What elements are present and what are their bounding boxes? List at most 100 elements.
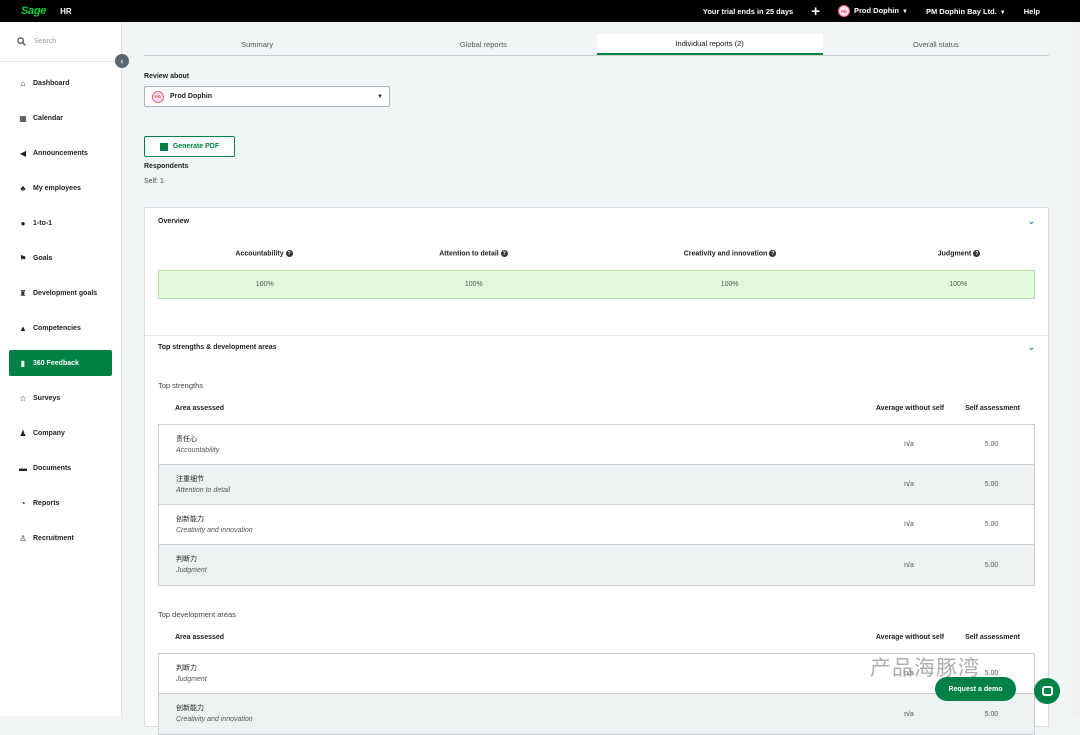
overview-column-header: Judgment? <box>883 250 1035 257</box>
table-row: 判断力 Judgment n/a 5.00 <box>159 545 1034 585</box>
tab-individual-reports-2[interactable]: Individual reports (2) <box>596 34 823 55</box>
sidebar-item-label: My employees <box>33 184 81 192</box>
tab-summary[interactable]: Summary <box>144 34 370 55</box>
top-strengths-title: Top strengths <box>158 381 204 390</box>
area-name-cn: 判断力 <box>176 664 197 672</box>
chevron-down-icon: ▼ <box>901 8 908 15</box>
trial-notice: Your trial ends in 25 days <box>702 6 794 16</box>
search-bar[interactable]: Search <box>0 22 121 62</box>
sidebar-item-label: Documents <box>33 464 72 472</box>
overview-column-header: Attention to detail? <box>370 250 577 257</box>
user-avatar: PD <box>837 5 850 17</box>
development-table-header: Area assessed Average without self Self … <box>158 634 1035 641</box>
overview-value: 100% <box>949 281 968 288</box>
chevron-down-icon: ▼ <box>999 9 1006 16</box>
column-name: Judgment <box>937 250 972 258</box>
user-menu[interactable]: PD Prod Dophin ▼ <box>837 5 908 17</box>
users-icon: ♟ <box>19 428 27 438</box>
sidebar-item-dashboard[interactable]: ⌂ Dashboard <box>9 70 112 96</box>
request-demo-button[interactable]: Request a demo <box>935 677 1016 701</box>
area-cell: 判断力 Judgment <box>159 554 869 576</box>
collapse-sidebar-button[interactable]: ‹ <box>115 54 129 68</box>
generate-pdf-button[interactable]: Generate PDF <box>144 136 235 157</box>
sage-logo[interactable]: Sage <box>21 5 46 17</box>
sidebar-item-documents[interactable]: ▬ Documents <box>9 455 112 481</box>
respondents-value: Self: 1 <box>144 178 164 185</box>
table-row: 注重细节 Attention to detail n/a 5.00 <box>159 465 1034 505</box>
sidebar-item-label: Calendar <box>33 114 63 122</box>
area-cell: 责任心 Accountability <box>159 434 869 456</box>
company-name: PM Dophin Bay Ltd. <box>925 6 997 16</box>
overview-value: 100% <box>720 281 739 288</box>
chevron-down-icon[interactable]: ⌄ <box>1027 216 1035 227</box>
add-icon[interactable]: + <box>811 4 820 19</box>
help-icon[interactable]: ? <box>769 250 777 257</box>
area-header: Area assessed <box>175 405 225 412</box>
sidebar-item-calendar[interactable]: ▦ Calendar <box>9 105 112 131</box>
home-icon: ⌂ <box>20 78 26 88</box>
sidebar-item-development-goals[interactable]: ♜ Development goals <box>9 280 112 306</box>
star-icon: ☆ <box>19 393 27 403</box>
sidebar-item-label: Surveys <box>33 394 61 402</box>
help-link[interactable]: Help <box>1024 7 1040 16</box>
overview-value: 100% <box>255 281 274 288</box>
review-about-select[interactable]: PD Prod Dophin ▼ <box>144 86 390 107</box>
self-cell: 5.00 <box>984 521 999 528</box>
tab-overall-status[interactable]: Overall status <box>823 34 1049 55</box>
product-name: HR <box>60 6 72 16</box>
help-icon[interactable]: ? <box>285 250 293 257</box>
self-header: Self assessment <box>965 405 1020 412</box>
sidebar-item-label: Development goals <box>33 289 98 297</box>
column-name: Accountability <box>235 250 284 258</box>
sidebar-item-goals[interactable]: ⚑ Goals <box>9 245 112 271</box>
pdf-icon <box>159 142 168 151</box>
area-name-cn: 责任心 <box>176 435 197 443</box>
sidebar-item-company[interactable]: ♟ Company <box>9 420 112 446</box>
self-cell: 5.00 <box>984 561 999 569</box>
sidebar-item-label: Reports <box>33 499 60 507</box>
avg-cell: n/a <box>904 710 914 718</box>
self-cell: 5.00 <box>984 441 999 448</box>
report-card: Overview ⌄ Accountability? Attention to d… <box>144 207 1049 735</box>
chevron-down-icon[interactable]: ⌄ <box>1027 342 1035 353</box>
strengths-section-title: Top strengths & development areas <box>158 344 277 351</box>
company-menu[interactable]: PM Dophin Bay Ltd. ▼ <box>926 7 1006 16</box>
sidebar-item-surveys[interactable]: ☆ Surveys <box>9 385 112 411</box>
sidebar-item-label: Recruitment <box>33 534 74 542</box>
top-bar: Sage HR Your trial ends in 25 days + PD P… <box>0 0 1080 22</box>
sidebar-item-reports[interactable]: ◔ Reports <box>9 490 112 516</box>
self-header: Self assessment <box>965 634 1020 641</box>
sidebar-item-360-feedback[interactable]: ▮ 360 Feedback <box>9 350 112 376</box>
area-cell: 创新能力 Creativity and innovation <box>159 703 869 725</box>
sidebar-item-1-to-1[interactable]: ● 1-to-1 <box>9 210 112 236</box>
chat-button[interactable] <box>1034 678 1060 704</box>
table-row: 创新能力 Creativity and innovation n/a 5.00 <box>159 505 1034 545</box>
review-about-label: Review about <box>144 73 190 80</box>
sidebar-item-competencies[interactable]: ▲ Competencies <box>9 315 112 341</box>
overview-title: Overview <box>158 218 190 225</box>
area-name-en: Judgment <box>176 567 207 574</box>
scrollbar[interactable] <box>1072 22 1080 716</box>
area-header: Area assessed <box>175 634 225 641</box>
graduation-cap-icon: ▲ <box>19 323 27 333</box>
megaphone-icon: ◀ <box>19 148 27 158</box>
sidebar-item-my-employees[interactable]: ♣ My employees <box>9 175 112 201</box>
area-name-en: Creativity and innovation <box>176 526 253 534</box>
tab-global-reports[interactable]: Global reports <box>370 34 596 55</box>
sidebar-item-label: Goals <box>33 254 53 262</box>
strengths-table-header: Area assessed Average without self Self … <box>158 405 1035 412</box>
respondents-label: Respondents <box>144 163 189 170</box>
area-name-cn: 创新能力 <box>176 515 204 523</box>
top-development-title: Top development areas <box>158 610 236 619</box>
person-avatar: PD <box>152 90 164 103</box>
flag-icon: ⚑ <box>19 253 27 263</box>
sidebar-item-recruitment[interactable]: ♙ Recruitment <box>9 525 112 551</box>
help-icon[interactable]: ? <box>500 250 508 257</box>
sidebar-item-label: Dashboard <box>33 79 70 87</box>
area-name-cn: 判断力 <box>176 556 197 563</box>
sidebar-item-announcements[interactable]: ◀ Announcements <box>9 140 112 166</box>
chat-icon: ● <box>20 218 26 228</box>
help-icon[interactable]: ? <box>973 250 981 257</box>
avg-cell: n/a <box>904 561 914 569</box>
chevron-down-icon: ▼ <box>377 93 383 100</box>
